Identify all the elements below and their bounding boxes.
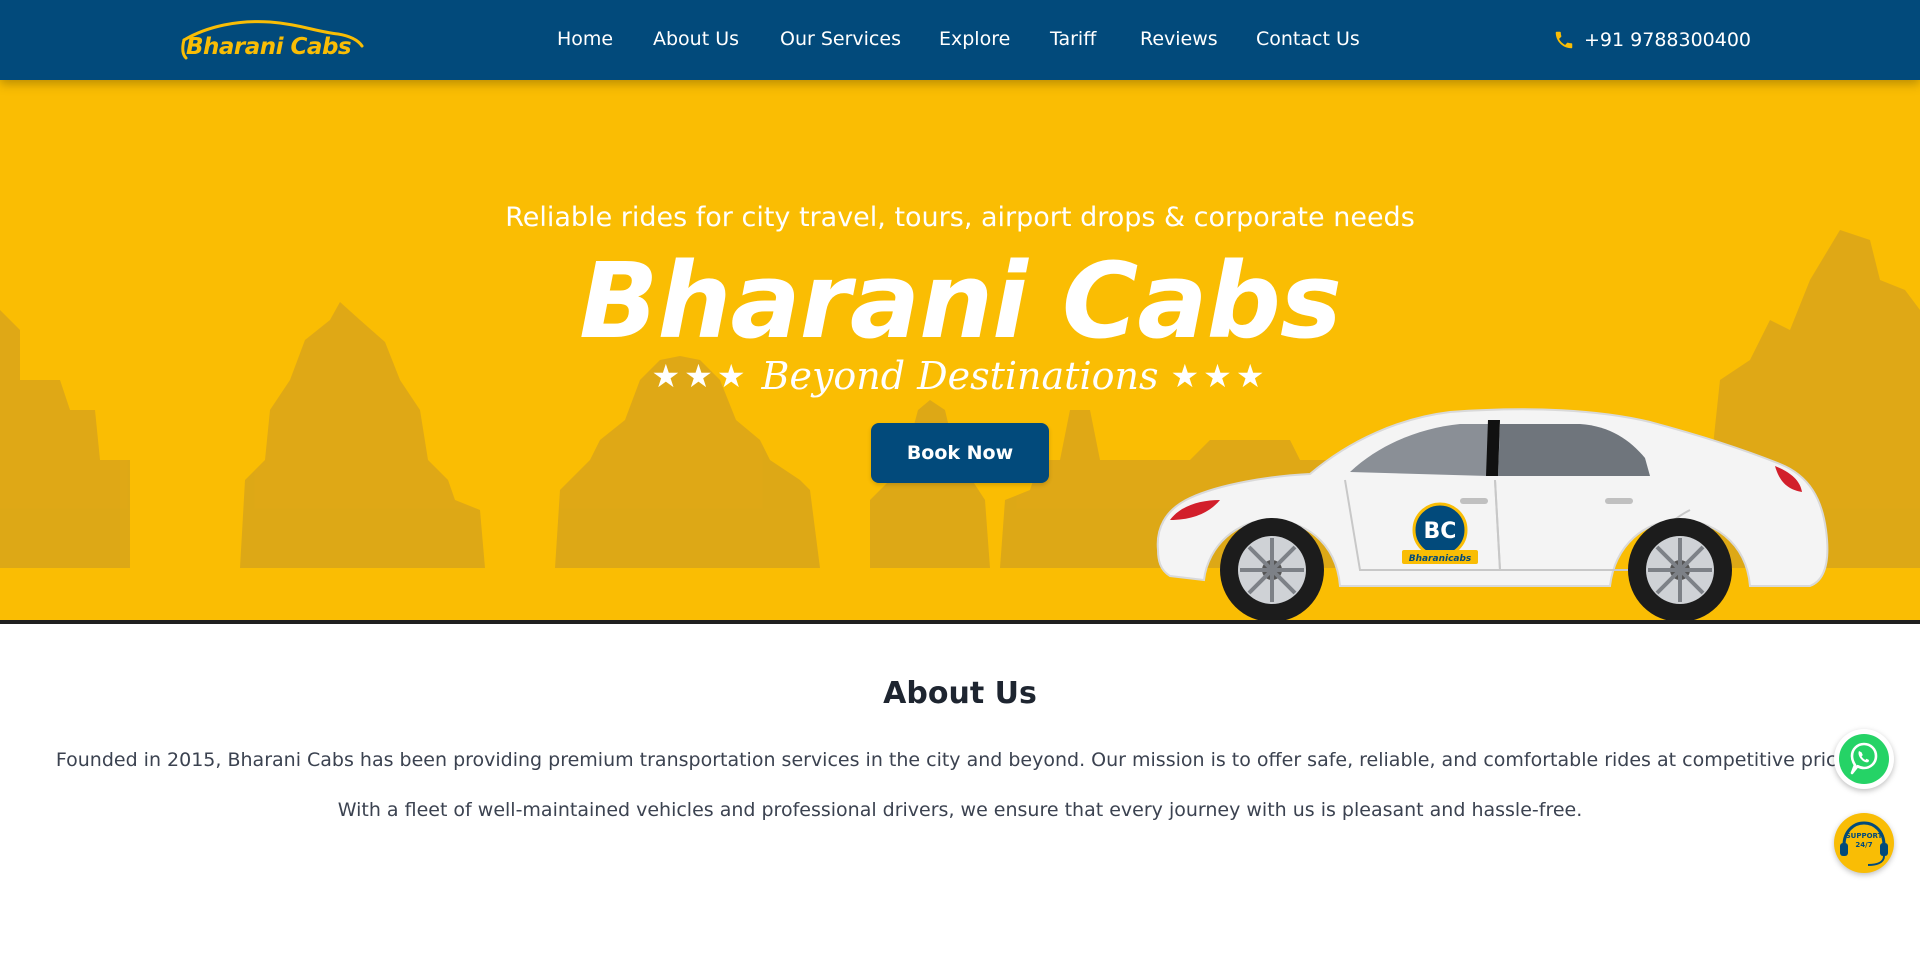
about-paragraph-1: Founded in 2015, Bharani Cabs has been p…: [55, 749, 1865, 771]
nav-home[interactable]: Home: [557, 28, 613, 50]
hero-title: Bharani Cabs: [579, 240, 1342, 362]
support-label: SUPPORT 24/7: [1834, 832, 1894, 850]
car-logo-letters: BC: [1424, 519, 1457, 544]
support-line-2: 24/7: [1855, 841, 1873, 849]
front-wheel-icon: [1220, 518, 1324, 622]
nav-reviews[interactable]: Reviews: [1140, 28, 1218, 50]
phone-icon: [1555, 31, 1573, 49]
book-now-button[interactable]: Book Now: [871, 423, 1049, 483]
car-logo-word: Bharanicabs: [1409, 554, 1472, 564]
phone-link[interactable]: +91 9788300400: [1553, 27, 1751, 53]
hero-banner: Reliable rides for city travel, tours, a…: [0, 80, 1920, 622]
hero-divider: [0, 620, 1920, 624]
about-paragraph-2: With a fleet of well-maintained vehicles…: [337, 799, 1583, 821]
support-line-1: SUPPORT: [1845, 832, 1883, 840]
site-header: Bharani Cabs Home About Us Our Services …: [0, 0, 1920, 80]
nav-tariff[interactable]: Tariff: [1050, 28, 1096, 50]
nav-about-us[interactable]: About Us: [653, 28, 739, 50]
hero-subtitle: Reliable rides for city travel, tours, a…: [505, 202, 1415, 233]
about-heading: About Us: [883, 676, 1037, 711]
whatsapp-icon: [1839, 734, 1889, 784]
nav-explore[interactable]: Explore: [939, 28, 1010, 50]
whatsapp-button[interactable]: [1834, 729, 1894, 789]
stars-left-icon: ★★★: [651, 357, 750, 395]
nav-our-services[interactable]: Our Services: [780, 28, 901, 50]
rear-wheel-icon: [1628, 518, 1732, 622]
tagline-text: Beyond Destinations: [761, 354, 1159, 398]
phone-number: +91 9788300400: [1584, 29, 1752, 51]
support-button[interactable]: SUPPORT 24/7: [1834, 813, 1894, 873]
taxi-car-illustration: BC Bharanicabs: [1156, 408, 1829, 622]
nav-contact-us[interactable]: Contact Us: [1256, 28, 1360, 50]
